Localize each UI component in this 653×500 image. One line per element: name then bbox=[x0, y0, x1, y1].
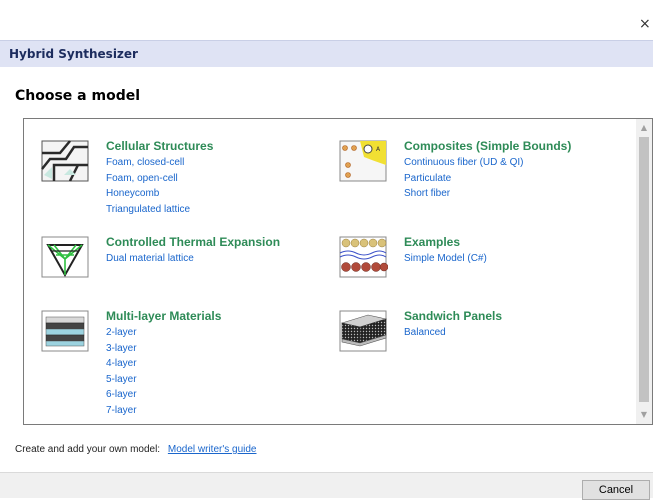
vertical-scrollbar[interactable]: ▲ ▼ bbox=[636, 119, 652, 424]
model-link-2-layer[interactable]: 2-layer bbox=[106, 325, 137, 341]
page-title: Choose a model bbox=[15, 88, 141, 104]
model-link-foam-open-cell[interactable]: Foam, open-cell bbox=[106, 171, 190, 187]
model-link-continuous-fiber[interactable]: Continuous fiber (UD & QI) bbox=[404, 155, 524, 171]
model-link-honeycomb[interactable]: Honeycomb bbox=[106, 186, 190, 202]
category-items: Simple Model (C#) bbox=[404, 251, 487, 267]
sandwich-panel-icon bbox=[339, 310, 388, 352]
category-items: Continuous fiber (UD & QI) Particulate S… bbox=[404, 155, 524, 202]
category-title: Cellular Structures bbox=[106, 139, 214, 153]
multilayer-icon bbox=[41, 310, 89, 352]
model-link-short-fiber[interactable]: Short fiber bbox=[404, 186, 524, 202]
footer-text: Create and add your own model: bbox=[15, 444, 161, 455]
category-items: 2-layer 3-layer 4-layer 5-layer 6-layer … bbox=[106, 325, 137, 419]
title-bar: × bbox=[0, 0, 653, 38]
model-link-4-layer[interactable]: 4-layer bbox=[106, 356, 137, 372]
model-link-6-layer[interactable]: 6-layer bbox=[106, 387, 137, 403]
model-link-5-layer[interactable]: 5-layer bbox=[106, 372, 137, 388]
examples-icon bbox=[339, 236, 388, 278]
composite-icon: A bbox=[339, 140, 387, 182]
model-link-balanced[interactable]: Balanced bbox=[404, 325, 446, 341]
app-title: Hybrid Synthesizer bbox=[9, 47, 138, 61]
category-title: Controlled Thermal Expansion bbox=[106, 235, 281, 249]
model-link-particulate[interactable]: Particulate bbox=[404, 171, 524, 187]
model-link-triangulated-lattice[interactable]: Triangulated lattice bbox=[106, 202, 190, 218]
close-icon[interactable]: × bbox=[639, 14, 653, 34]
category-title: Sandwich Panels bbox=[404, 309, 503, 323]
category-title: Composites (Simple Bounds) bbox=[404, 139, 572, 153]
lattice-icon bbox=[41, 236, 89, 278]
category-items: Foam, closed-cell Foam, open-cell Honeyc… bbox=[106, 155, 190, 217]
model-link-foam-closed-cell[interactable]: Foam, closed-cell bbox=[106, 155, 190, 171]
category-items: Dual material lattice bbox=[106, 251, 194, 267]
scroll-up-icon[interactable]: ▲ bbox=[636, 121, 652, 135]
scroll-down-icon[interactable]: ▼ bbox=[636, 408, 652, 422]
category-title: Multi-layer Materials bbox=[106, 309, 222, 323]
category-title: Examples bbox=[404, 235, 461, 249]
model-link-7-layer[interactable]: 7-layer bbox=[106, 403, 137, 419]
cellular-structure-icon bbox=[41, 140, 89, 182]
category-items: Balanced bbox=[404, 325, 446, 341]
dialog-header: Hybrid Synthesizer bbox=[0, 40, 653, 67]
model-link-3-layer[interactable]: 3-layer bbox=[106, 341, 137, 357]
model-list-panel[interactable]: Cellular Structures Foam, closed-cell Fo… bbox=[23, 118, 653, 425]
model-link-dual-material-lattice[interactable]: Dual material lattice bbox=[106, 251, 194, 267]
scroll-thumb[interactable] bbox=[639, 137, 649, 402]
cancel-button[interactable]: Cancel bbox=[582, 480, 650, 500]
model-writers-guide-link[interactable]: Model writer's guide bbox=[168, 444, 257, 455]
model-link-simple-model[interactable]: Simple Model (C#) bbox=[404, 251, 487, 267]
button-bar: Cancel bbox=[0, 472, 653, 500]
footer: Create and add your own model: Model wri… bbox=[15, 444, 257, 455]
